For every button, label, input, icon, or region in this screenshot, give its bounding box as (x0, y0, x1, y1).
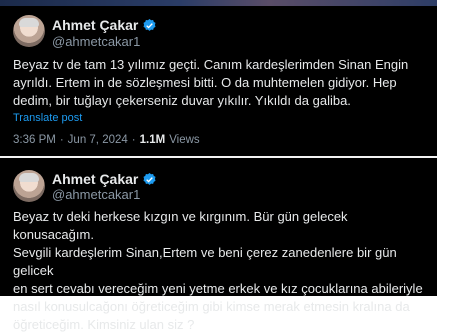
author-name-row[interactable]: Ahmet Çakar (52, 17, 157, 33)
author-handle[interactable]: @ahmetcakar1 (52, 187, 140, 202)
views-count: 1.1M (139, 134, 166, 146)
author-name-row[interactable]: Ahmet Çakar (52, 171, 157, 187)
tweet-meta: 3:36 PM · Jun 7, 2024 · 1.1M Views (13, 134, 200, 146)
tweet-text: Beyaz tv de tam 13 yılımız geçti. Canım … (13, 57, 409, 108)
tweet-text: Beyaz tv deki herkese kızgın ve kırgınım… (13, 209, 423, 332)
author-name[interactable]: Ahmet Çakar (52, 171, 138, 187)
avatar[interactable] (13, 170, 45, 202)
avatar[interactable] (13, 15, 45, 47)
views-label: Views (169, 134, 200, 146)
author-handle[interactable]: @ahmetcakar1 (52, 34, 140, 49)
tweet-date[interactable]: Jun 7, 2024 (68, 134, 128, 146)
tweet-card-1[interactable]: Ahmet Çakar @ahmetcakar1 Beyaz tv de tam… (0, 6, 437, 156)
meta-separator: · (131, 134, 136, 146)
meta-separator: · (59, 134, 64, 146)
translate-link[interactable]: Translate post (13, 112, 82, 124)
tweet-time[interactable]: 3:36 PM (13, 134, 56, 146)
right-margin (437, 0, 449, 299)
tweet-card-2[interactable]: Ahmet Çakar @ahmetcakar1 Beyaz tv deki h… (0, 158, 437, 332)
author-name[interactable]: Ahmet Çakar (52, 17, 138, 33)
verified-badge-icon (143, 172, 156, 185)
verified-badge-icon (143, 18, 156, 31)
